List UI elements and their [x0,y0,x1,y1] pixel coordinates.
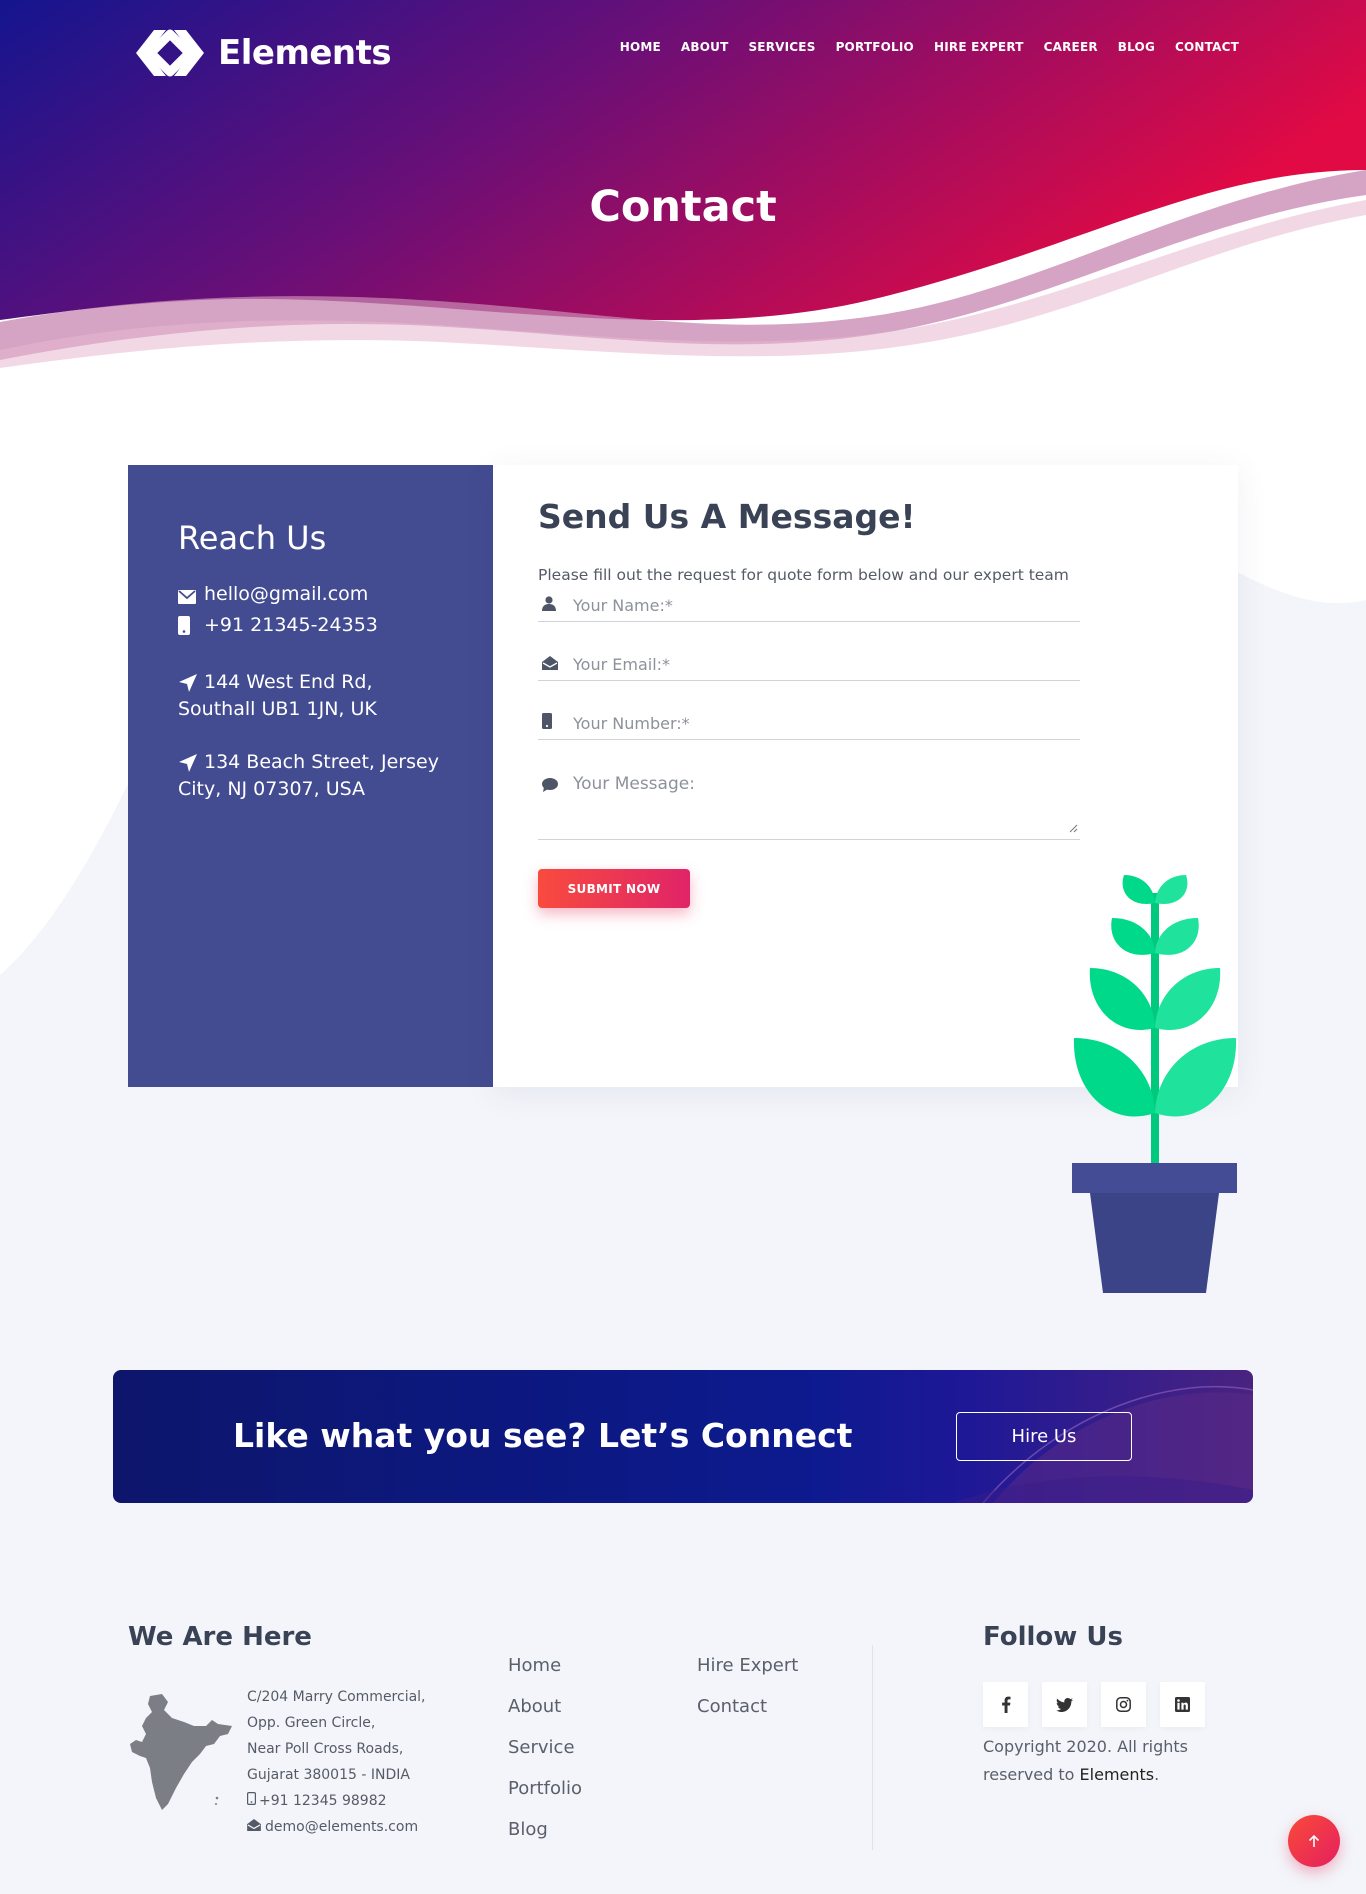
nav-hire-expert[interactable]: HIRE EXPERT [934,40,1024,54]
twitter-icon[interactable] [1042,1682,1087,1727]
facebook-icon[interactable] [983,1682,1028,1727]
footer-email-text: demo@elements.com [265,1819,419,1835]
connect-banner: Like what you see? Let’s Connect Hire Us [113,1370,1253,1503]
logo-mark-icon [136,29,204,77]
hire-us-button[interactable]: Hire Us [956,1412,1132,1461]
name-input[interactable] [573,595,1053,615]
hero-banner: Elements HOME ABOUT SERVICES PORTFOLIO H… [0,0,1366,380]
comment-icon [538,774,573,796]
nav-career[interactable]: CAREER [1044,40,1098,54]
name-field [538,589,1080,622]
message-field [538,766,1080,840]
address-line: Gujarat 380015 - INDIA [247,1767,410,1783]
social-links [983,1682,1205,1727]
footer-phone[interactable]: +91 12345 98982 [247,1788,426,1814]
linkedin-icon[interactable] [1160,1682,1205,1727]
nav-services[interactable]: SERVICES [748,40,815,54]
nav-portfolio[interactable]: PORTFOLIO [836,40,914,54]
brand-name: Elements [218,33,392,73]
nav-about[interactable]: ABOUT [681,40,729,54]
footer-link-blog[interactable]: Blog [508,1809,582,1850]
nav-contact[interactable]: CONTACT [1175,40,1239,54]
footer-link-about[interactable]: About [508,1686,582,1727]
form-intro: Please fill out the request for quote fo… [538,566,1069,584]
footer-link-service[interactable]: Service [508,1727,582,1768]
reach-address-1: 144 West End Rd, Southall UB1 1JN, UK [178,669,443,723]
copyright-suffix: . [1154,1765,1160,1784]
reach-address-1-text: 144 West End Rd, Southall UB1 1JN, UK [178,671,377,720]
envelope-icon [178,581,204,612]
instagram-icon[interactable] [1101,1682,1146,1727]
footer-phone-text: +91 12345 98982 [259,1793,387,1809]
envelope-open-icon [247,1814,261,1840]
reach-address-2-text: 134 Beach Street, Jersey City, NJ 07307,… [178,751,439,800]
address-line: Near Poll Cross Roads, [247,1741,404,1757]
reach-us-title: Reach Us [178,519,327,557]
email-input[interactable] [573,654,1053,674]
reach-us-panel: Reach Us hello@gmail.com +91 21345-24353… [128,465,493,1087]
message-input[interactable] [573,774,1053,794]
nav-home[interactable]: HOME [620,40,661,54]
copyright-brand[interactable]: Elements [1080,1765,1155,1784]
main-nav: HOME ABOUT SERVICES PORTFOLIO HIRE EXPER… [620,40,1239,54]
mobile-icon [178,612,204,643]
scroll-to-top-button[interactable] [1288,1815,1340,1867]
submit-button[interactable]: SUBMIT NOW [538,869,690,908]
mobile-icon [247,1788,257,1814]
footer-divider [872,1645,873,1850]
footer-link-contact[interactable]: Contact [697,1686,798,1727]
address-line: Opp. Green Circle, [247,1715,376,1731]
copyright-text: Copyright 2020. All rights reserved to E… [983,1733,1203,1789]
footer-link-portfolio[interactable]: Portfolio [508,1768,582,1809]
india-map-image [130,1694,232,1810]
arrow-up-icon [1308,1834,1320,1847]
footer-email[interactable]: demo@elements.com [247,1814,426,1840]
reach-email-text: hello@gmail.com [204,583,369,605]
address-line: C/204 Marry Commercial, [247,1689,426,1705]
connect-heading: Like what you see? Let’s Connect [233,1416,853,1455]
number-input[interactable] [573,713,1053,733]
form-title: Send Us A Message! [538,497,916,536]
footer-address: C/204 Marry Commercial, Opp. Green Circl… [247,1684,426,1840]
brand-logo[interactable]: Elements [132,26,392,80]
nav-blog[interactable]: BLOG [1118,40,1155,54]
email-field [538,648,1080,681]
we-are-here-title: We Are Here [128,1622,312,1652]
footer-links-col-1: Home About Service Portfolio Blog [508,1645,582,1850]
plant-illustration [1072,875,1237,1293]
number-field [538,707,1080,740]
follow-us-title: Follow Us [983,1622,1123,1652]
footer-links-col-2: Hire Expert Contact [697,1645,798,1727]
reach-email[interactable]: hello@gmail.com [178,581,443,612]
resize-handle-icon[interactable] [1069,818,1078,837]
footer-link-home[interactable]: Home [508,1645,582,1686]
footer-link-hire-expert[interactable]: Hire Expert [697,1645,798,1686]
mobile-icon [538,713,573,733]
reach-phone[interactable]: +91 21345-24353 [178,612,443,643]
user-icon [538,595,573,615]
reach-phone-text: +91 21345-24353 [204,614,378,636]
page-title: Contact [589,182,777,232]
reach-address-2: 134 Beach Street, Jersey City, NJ 07307,… [178,749,443,803]
envelope-open-icon [538,655,573,674]
